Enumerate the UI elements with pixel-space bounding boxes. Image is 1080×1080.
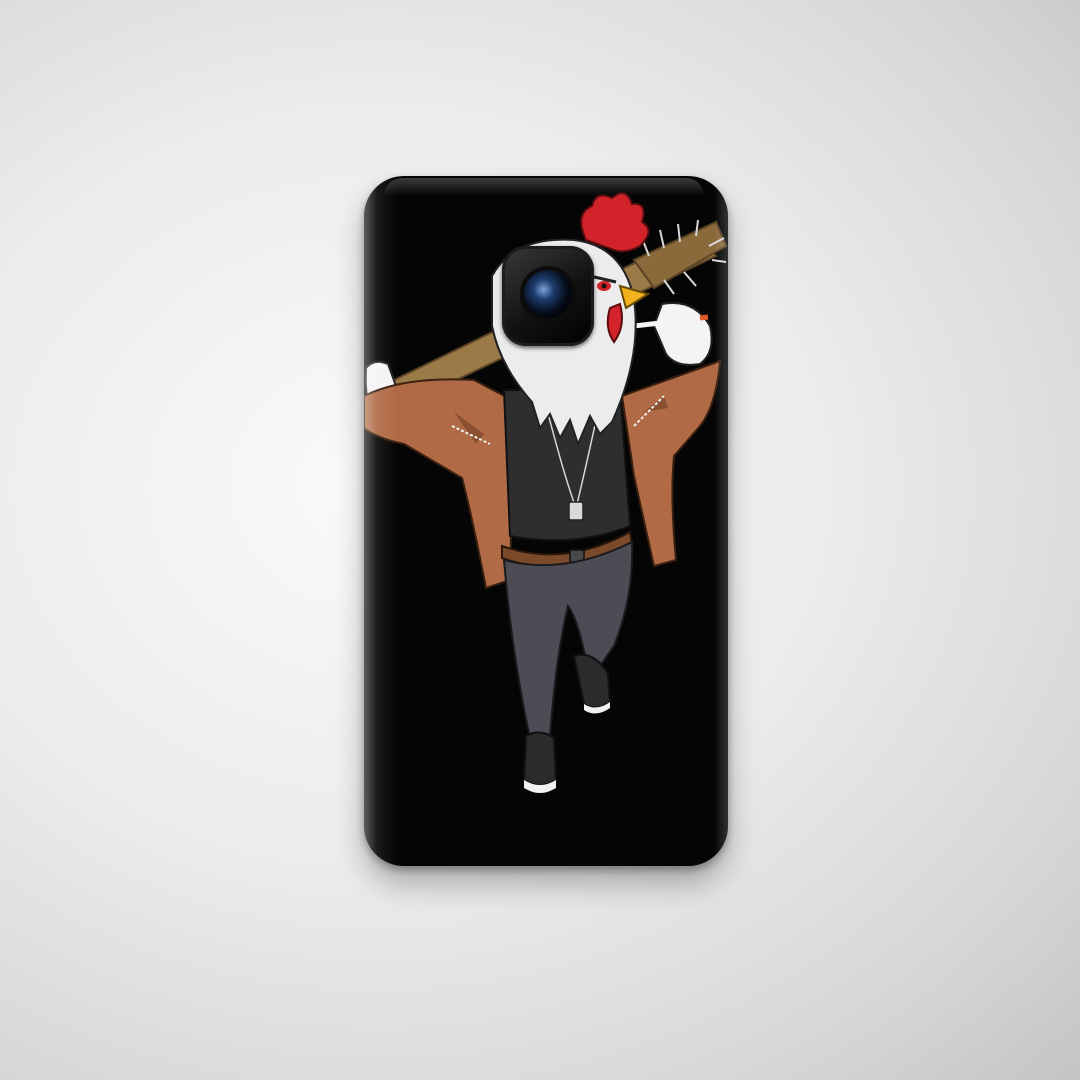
phone-case (364, 176, 728, 866)
pants (502, 540, 634, 740)
right-hand-with-cigarette (633, 302, 713, 366)
camera-lens-icon (520, 266, 576, 322)
product-photo (0, 0, 1080, 1080)
camera-module (502, 246, 594, 346)
